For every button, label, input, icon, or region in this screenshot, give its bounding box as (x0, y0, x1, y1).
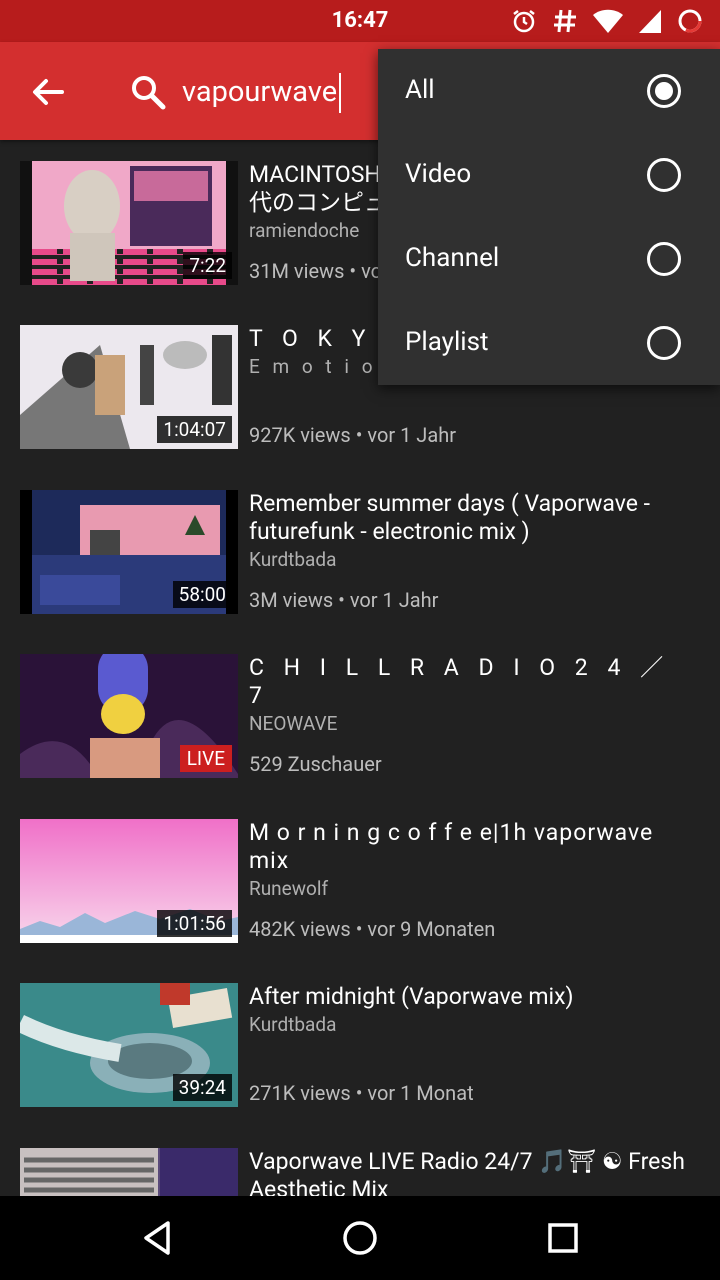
radio-unselected-icon[interactable] (646, 241, 682, 277)
result-item[interactable]: 58:00 Remember summer days ( Vaporwave -… (20, 490, 720, 614)
filter-option-label: Playlist (405, 327, 489, 357)
filter-option-label: Channel (405, 243, 500, 273)
home-circle-icon[interactable] (340, 1218, 380, 1258)
radio-unselected-icon[interactable] (646, 157, 682, 193)
result-item[interactable]: LIVE C H I L L R A D I O 2 4 ／ 7 NEOWAVE… (20, 654, 720, 778)
video-title: M o r n i n g c o f f e e|1h vaporwave m… (249, 819, 654, 874)
video-title: C H I L L R A D I O 2 4 ／ 7 (249, 654, 671, 709)
filter-option-playlist[interactable]: Playlist (378, 301, 720, 385)
video-thumbnail[interactable] (20, 1148, 238, 1196)
filter-option-all[interactable]: All (378, 49, 720, 133)
video-duration: 39:24 (172, 1074, 232, 1101)
status-bar: 16:47 (0, 0, 720, 42)
video-stats: 529 Zuschauer (249, 752, 382, 776)
alarm-icon (513, 10, 535, 33)
radio-unselected-icon[interactable] (646, 325, 682, 361)
thumbnail-image (20, 1148, 238, 1196)
back-triangle-icon[interactable] (138, 1218, 178, 1258)
video-stats: 482K views • vor 9 Monaten (249, 917, 496, 941)
video-duration: 58:00 (172, 581, 232, 608)
channel-name: NEOWAVE (249, 712, 338, 735)
battery-saver-icon (678, 9, 702, 33)
filter-dropdown-menu: All Video Channel Playlist (378, 49, 720, 385)
video-thumbnail[interactable]: 39:24 (20, 983, 238, 1107)
filter-option-video[interactable]: Video (378, 133, 720, 217)
video-duration: 1:04:07 (157, 416, 232, 443)
video-duration: 7:22 (183, 252, 232, 279)
result-item[interactable]: Vaporwave LIVE Radio 24/7 🎵⛩ ☯ Fresh Aes… (20, 1148, 720, 1196)
navigation-bar (0, 1196, 720, 1280)
filter-option-label: All (405, 75, 435, 105)
text-cursor (339, 73, 342, 114)
status-icons (510, 6, 704, 36)
video-thumbnail[interactable]: 1:04:07 (20, 325, 238, 449)
result-item[interactable]: 39:24 After midnight (Vaporwave mix) Kur… (20, 983, 720, 1107)
filter-option-label: Video (405, 159, 472, 189)
channel-name: Kurdtbada (249, 548, 337, 571)
search-icon (132, 76, 166, 110)
hashtag-icon (554, 9, 576, 33)
back-arrow-icon[interactable] (28, 72, 68, 112)
signal-icon (639, 10, 661, 33)
recents-square-icon[interactable] (543, 1218, 583, 1258)
search-query-text: vapourwave (182, 75, 338, 109)
video-duration: 1:01:56 (157, 910, 232, 937)
result-item[interactable]: 1:01:56 M o r n i n g c o f f e e|1h vap… (20, 819, 720, 943)
video-thumbnail[interactable]: 1:01:56 (20, 819, 238, 943)
video-title: Vaporwave LIVE Radio 24/7 🎵⛩ ☯ Fresh Aes… (249, 1148, 685, 1196)
channel-name: Kurdtbada (249, 1013, 337, 1036)
video-stats: 3M views • vor 1 Jahr (249, 588, 439, 612)
wifi-icon (593, 9, 623, 33)
channel-name: Runewolf (249, 877, 329, 900)
video-title: After midnight (Vaporwave mix) (249, 983, 574, 1010)
live-badge: LIVE (179, 745, 232, 772)
video-stats: 271K views • vor 1 Monat (249, 1081, 474, 1105)
radio-selected-icon[interactable] (646, 73, 682, 109)
search-input[interactable]: vapourwave (182, 72, 342, 114)
filter-option-channel[interactable]: Channel (378, 217, 720, 301)
video-title: Remember summer days ( Vaporwave - futur… (249, 490, 650, 545)
video-thumbnail[interactable]: 58:00 (20, 490, 238, 614)
video-thumbnail[interactable]: 7:22 (20, 161, 238, 285)
video-thumbnail[interactable]: LIVE (20, 654, 238, 778)
video-stats: 927K views • vor 1 Jahr (249, 423, 457, 447)
